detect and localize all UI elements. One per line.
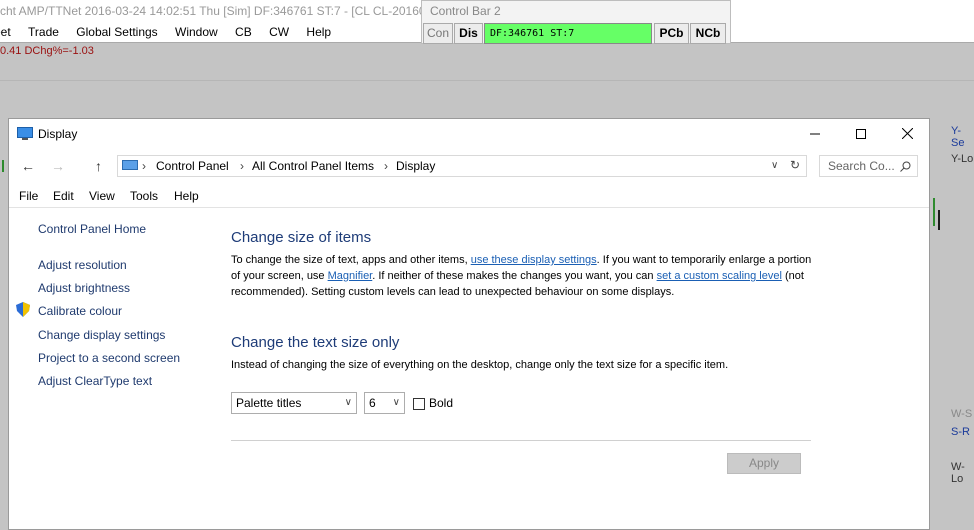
bg-menu-window[interactable]: Window: [175, 22, 218, 42]
menu-edit[interactable]: Edit: [53, 189, 74, 203]
display-window: Display ← → ↑ › Control Panel › All Cont…: [8, 118, 930, 530]
size-select[interactable]: 6 ∨: [364, 392, 405, 414]
right-label: W-Lo: [951, 461, 965, 485]
search-icon: [900, 161, 911, 172]
menu-view[interactable]: View: [89, 189, 115, 203]
grid-line: [0, 80, 974, 81]
breadcrumb-control-panel[interactable]: Control Panel: [156, 159, 229, 173]
shield-icon: [16, 302, 30, 317]
candle-bar: [938, 210, 940, 230]
search-placeholder: Search Co...: [828, 159, 895, 173]
bg-menu-cw[interactable]: CW: [269, 22, 289, 42]
bg-menu-cb[interactable]: CB: [235, 22, 252, 42]
chevron-down-icon: ∨: [392, 397, 400, 408]
section-heading-text-size: Change the text size only: [231, 334, 400, 351]
con-button[interactable]: Con: [423, 23, 453, 44]
candle-bar: [2, 160, 4, 172]
window-title: Display: [38, 127, 78, 141]
size-items-description: To change the size of text, apps and oth…: [231, 254, 812, 298]
sidebar-adjust-cleartype[interactable]: Adjust ClearType text: [38, 374, 152, 388]
chevron-down-icon: ∨: [344, 397, 352, 408]
apply-button[interactable]: Apply: [727, 453, 801, 474]
maximize-button[interactable]: [838, 119, 884, 149]
title-bar[interactable]: Display: [9, 119, 929, 149]
divider: [231, 440, 811, 441]
forward-icon[interactable]: →: [51, 158, 65, 174]
bold-label: Bold: [429, 396, 454, 410]
size-select-value: 6: [369, 396, 376, 410]
breadcrumb-separator: ›: [384, 159, 388, 173]
control-bar-window: Control Bar 2 Con Dis DF:346761 ST:7 PCb…: [421, 0, 731, 44]
right-label: W-S: [951, 408, 973, 420]
ncb-button[interactable]: NCb: [690, 23, 726, 44]
breadcrumb-display[interactable]: Display: [396, 159, 435, 173]
pcb-button[interactable]: PCb: [654, 23, 689, 44]
sidebar-control-panel-home[interactable]: Control Panel Home: [38, 222, 146, 236]
item-select-value: Palette titles: [236, 396, 302, 410]
breadcrumb-all-items[interactable]: All Control Panel Items: [252, 159, 374, 173]
breadcrumb-separator: ›: [240, 159, 244, 173]
up-icon[interactable]: ↑: [95, 158, 102, 174]
refresh-icon[interactable]: ↻: [790, 158, 800, 172]
menu-file[interactable]: File: [19, 189, 38, 203]
close-icon: [901, 127, 913, 140]
right-label: Y-Se: [951, 125, 965, 149]
minimize-button[interactable]: [792, 119, 838, 149]
sidebar-adjust-brightness[interactable]: Adjust brightness: [38, 281, 130, 295]
search-input[interactable]: Search Co...: [819, 155, 918, 177]
custom-scaling-link[interactable]: set a custom scaling level: [657, 270, 782, 282]
candle-bar: [933, 198, 935, 226]
back-icon[interactable]: ←: [21, 158, 35, 174]
close-button[interactable]: [884, 119, 930, 149]
sidebar-project-second-screen[interactable]: Project to a second screen: [38, 351, 180, 365]
menu-tools[interactable]: Tools: [130, 189, 158, 203]
address-row: ← → ↑ › Control Panel › All Control Pane…: [9, 151, 929, 181]
bg-menu-help[interactable]: Help: [306, 22, 331, 42]
section-heading-size-items: Change size of items: [231, 229, 372, 246]
control-panel-icon: [122, 160, 138, 170]
dis-button[interactable]: Dis: [454, 23, 483, 44]
right-label: Y-Lo: [951, 153, 974, 165]
control-bar-title: Control Bar 2: [430, 4, 501, 18]
maximize-icon: [856, 129, 866, 139]
text-size-description: Instead of changing the size of everythi…: [231, 359, 729, 371]
monitor-icon: [17, 127, 33, 140]
bg-menu-trade[interactable]: Trade: [28, 22, 59, 42]
minimize-icon: [810, 133, 820, 135]
bg-menu-global-settings[interactable]: Global Settings: [76, 22, 157, 42]
breadcrumb-separator: ›: [142, 159, 146, 173]
chart-info-text: 0.41 DChg%=-1.03: [0, 45, 94, 57]
right-label: S-R: [951, 426, 970, 438]
bold-checkbox[interactable]: [413, 398, 425, 410]
display-settings-link[interactable]: use these display settings: [471, 254, 597, 266]
sidebar-change-display-settings[interactable]: Change display settings: [38, 328, 165, 342]
chevron-down-icon[interactable]: ∨: [771, 160, 778, 171]
menu-help[interactable]: Help: [174, 189, 199, 203]
sidebar-adjust-resolution[interactable]: Adjust resolution: [38, 258, 127, 272]
sidebar-calibrate-colour[interactable]: Calibrate colour: [38, 304, 122, 318]
item-select[interactable]: Palette titles ∨: [231, 392, 357, 414]
status-indicator: DF:346761 ST:7: [484, 23, 652, 44]
magnifier-link[interactable]: Magnifier: [328, 270, 373, 282]
menu-bar: File Edit View Tools Help: [9, 185, 929, 208]
bg-menu-item[interactable]: eet: [0, 22, 11, 42]
address-bar[interactable]: › Control Panel › All Control Panel Item…: [117, 155, 807, 177]
